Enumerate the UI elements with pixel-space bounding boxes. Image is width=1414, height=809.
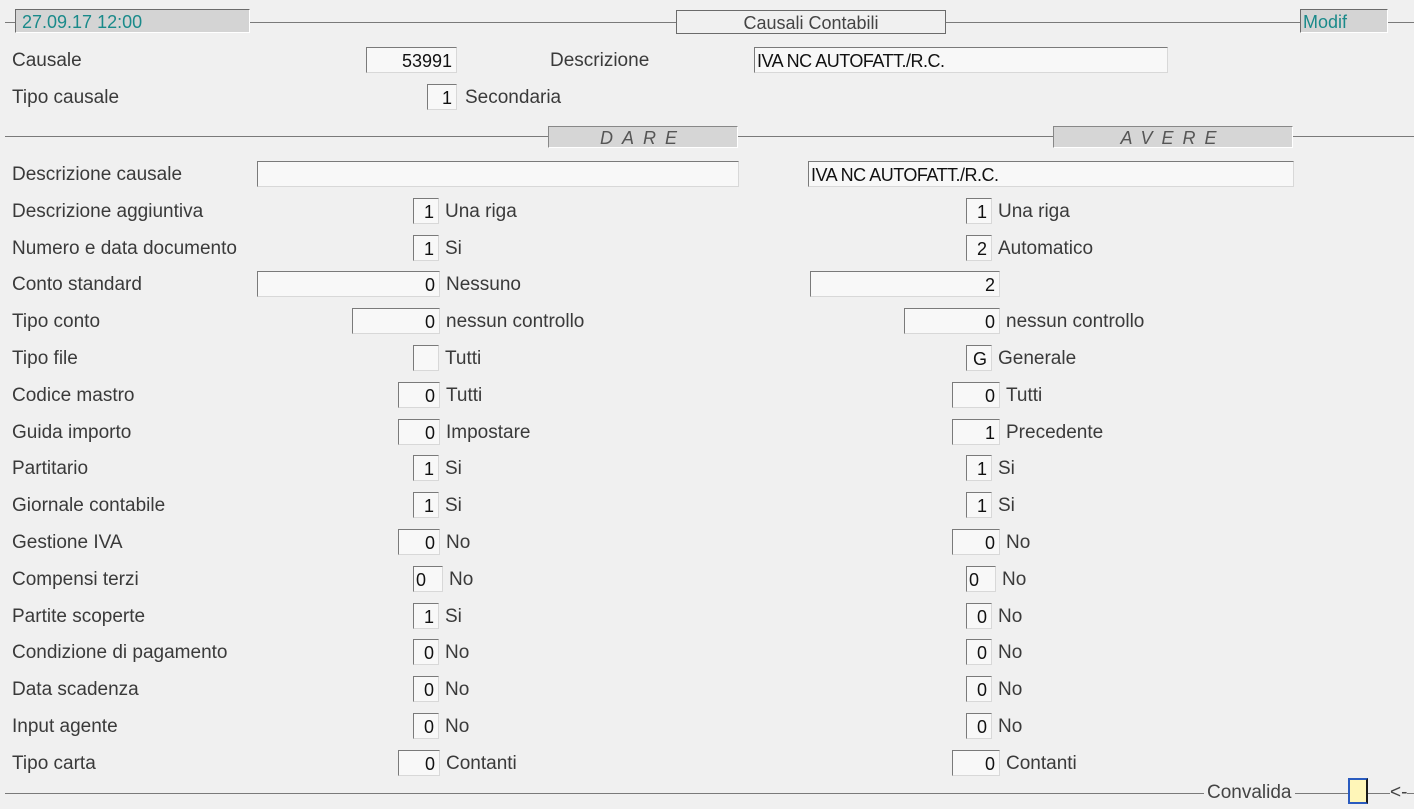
avere-partitario-input[interactable]: 1 — [966, 455, 992, 482]
dare-numero-e-data-documento-desc: Si — [445, 237, 462, 259]
numero-e-data-documento-label: Numero e data documento — [12, 237, 237, 259]
data-scadenza-label: Data scadenza — [12, 679, 139, 701]
gestione-iva-label: Gestione IVA — [12, 532, 123, 553]
dare-tipo-file-desc: Tutti — [445, 348, 482, 369]
timestamp: 27.09.17 12:00 — [15, 9, 250, 33]
dare-condizione-di-pagamento-input[interactable]: 0 — [413, 639, 439, 666]
divider-bottom — [5, 793, 1414, 794]
dare-tipo-conto-input[interactable]: 0 — [352, 308, 440, 335]
avere-data-scadenza-input[interactable]: 0 — [966, 676, 992, 703]
avere-giornale-contabile-input[interactable]: 1 — [966, 492, 992, 519]
avere-guida-importo-desc: Precedente — [1006, 421, 1104, 443]
descrizione-label: Descrizione — [550, 50, 650, 71]
dare-partitario-input[interactable]: 1 — [413, 455, 439, 482]
avere-descrizione-aggiuntiva-desc: Una riga — [998, 200, 1070, 222]
dare-data-scadenza-desc: No — [445, 679, 470, 701]
partitario-label: Partitario — [12, 458, 89, 480]
dare-tipo-carta-desc: Contanti — [446, 752, 517, 774]
causale-label: Causale — [12, 50, 82, 71]
avere-condizione-di-pagamento-input[interactable]: 0 — [966, 639, 992, 666]
dare-partite-scoperte-desc: Si — [445, 605, 462, 627]
convalida-label: Convalida — [1204, 781, 1295, 805]
dare-tipo-conto-desc: nessun controllo — [446, 311, 585, 333]
dare-partite-scoperte-input[interactable]: 1 — [413, 602, 439, 629]
dare-compensi-terzi-input[interactable]: 0 — [413, 565, 443, 592]
dare-giornale-contabile-desc: Si — [445, 495, 462, 517]
dare-guida-importo-input[interactable]: 0 — [398, 418, 440, 445]
tipo-carta-label: Tipo carta — [12, 752, 96, 774]
descrizione-aggiuntiva-label: Descrizione aggiuntiva — [12, 200, 204, 222]
avere-header: AVERE — [1053, 126, 1293, 148]
avere-numero-e-data-documento-desc: Automatico — [998, 237, 1094, 259]
codice-mastro-label: Codice mastro — [12, 384, 135, 406]
dare-header: DARE — [548, 126, 738, 148]
back-arrow-icon[interactable]: <- — [1390, 781, 1408, 805]
convalida-button[interactable] — [1348, 778, 1368, 804]
avere-compensi-terzi-input[interactable]: 0 — [966, 565, 996, 592]
dare-guida-importo-desc: Impostare — [446, 421, 531, 443]
tipo-causale-label: Tipo causale — [12, 87, 120, 108]
dare-descrizione-aggiuntiva-desc: Una riga — [445, 200, 517, 222]
dare-codice-mastro-desc: Tutti — [446, 384, 483, 406]
avere-input-agente-desc: No — [998, 716, 1023, 737]
descrizione-input[interactable]: IVA NC AUTOFATT./R.C. — [754, 47, 1168, 73]
tipo-causale-input[interactable]: 1 — [427, 84, 457, 110]
dare-partitario-desc: Si — [445, 458, 462, 480]
avere-tipo-file-input[interactable]: G — [966, 345, 992, 371]
dare-numero-e-data-documento-input[interactable]: 1 — [413, 234, 439, 261]
tipo-causale-desc: Secondaria — [465, 87, 562, 108]
avere-condizione-di-pagamento-desc: No — [998, 642, 1023, 664]
dare-conto-standard-input[interactable]: 0 — [257, 271, 440, 298]
avere-input-agente-input[interactable]: 0 — [966, 713, 992, 739]
avere-partitario-desc: Si — [998, 458, 1015, 480]
dare-codice-mastro-input[interactable]: 0 — [398, 381, 440, 408]
avere-descrizione-aggiuntiva-input[interactable]: 1 — [966, 197, 992, 224]
giornale-contabile-label: Giornale contabile — [12, 495, 166, 517]
window-title: Causali Contabili — [676, 10, 946, 34]
dare-descrizione-aggiuntiva-input[interactable]: 1 — [413, 197, 439, 224]
avere-tipo-carta-input[interactable]: 0 — [952, 749, 1000, 776]
dare-tipo-carta-input[interactable]: 0 — [398, 749, 440, 776]
mode-indicator: Modif — [1300, 9, 1388, 33]
tipo-conto-label: Tipo conto — [12, 311, 101, 333]
dare-input-agente-input[interactable]: 0 — [413, 713, 439, 739]
avere-descrizione-causale-input[interactable]: IVA NC AUTOFATT./R.C. — [808, 161, 1294, 187]
avere-tipo-conto-desc: nessun controllo — [1006, 311, 1145, 333]
conto-standard-label: Conto standard — [12, 274, 142, 296]
avere-conto-standard-input[interactable]: 2 — [810, 271, 1000, 298]
avere-guida-importo-input[interactable]: 1 — [952, 418, 1000, 445]
dare-input-agente-desc: No — [445, 716, 470, 737]
dare-gestione-iva-input[interactable]: 0 — [398, 529, 440, 555]
avere-giornale-contabile-desc: Si — [998, 495, 1015, 517]
partite-scoperte-label: Partite scoperte — [12, 605, 146, 627]
dare-tipo-file-input[interactable] — [413, 345, 439, 371]
dare-conto-standard-desc: Nessuno — [446, 274, 521, 296]
dare-descrizione-causale-input[interactable] — [257, 161, 739, 187]
guida-importo-label: Guida importo — [12, 421, 132, 443]
compensi-terzi-label: Compensi terzi — [12, 568, 139, 590]
condizione-di-pagamento-label: Condizione di pagamento — [12, 642, 228, 664]
dare-giornale-contabile-input[interactable]: 1 — [413, 492, 439, 519]
tipo-file-label: Tipo file — [12, 348, 78, 369]
avere-numero-e-data-documento-input[interactable]: 2 — [966, 234, 992, 261]
avere-compensi-terzi-desc: No — [1002, 568, 1027, 590]
avere-codice-mastro-desc: Tutti — [1006, 384, 1043, 406]
row-label: Descrizione causale — [12, 164, 183, 185]
avere-tipo-file-desc: Generale — [998, 348, 1077, 369]
causale-input[interactable]: 53991 — [366, 47, 457, 73]
dare-data-scadenza-input[interactable]: 0 — [413, 676, 439, 703]
avere-gestione-iva-desc: No — [1006, 532, 1031, 553]
dare-gestione-iva-desc: No — [446, 532, 471, 553]
avere-codice-mastro-input[interactable]: 0 — [952, 381, 1000, 408]
avere-data-scadenza-desc: No — [998, 679, 1023, 701]
avere-tipo-carta-desc: Contanti — [1006, 752, 1077, 774]
avere-partite-scoperte-desc: No — [998, 605, 1023, 627]
dare-condizione-di-pagamento-desc: No — [445, 642, 470, 664]
input-agente-label: Input agente — [12, 716, 118, 737]
avere-partite-scoperte-input[interactable]: 0 — [966, 602, 992, 629]
dare-compensi-terzi-desc: No — [449, 568, 474, 590]
avere-tipo-conto-input[interactable]: 0 — [904, 308, 1000, 335]
avere-gestione-iva-input[interactable]: 0 — [952, 529, 1000, 555]
